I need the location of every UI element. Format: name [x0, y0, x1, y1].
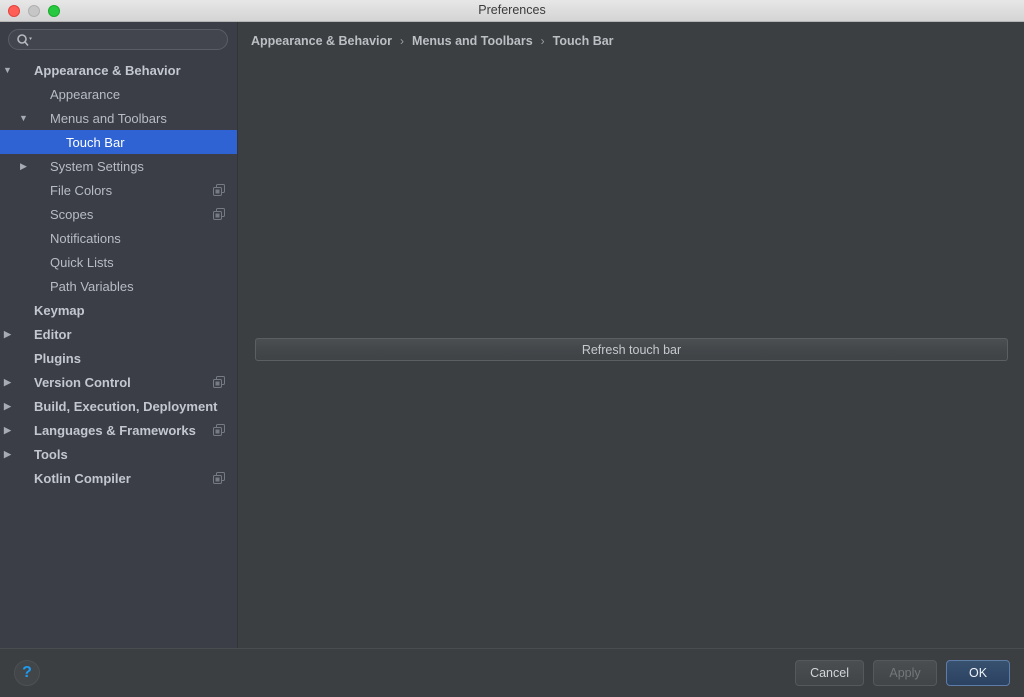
sidebar-item-notifications[interactable]: Notifications [0, 226, 237, 250]
settings-main-panel: Appearance & Behavior › Menus and Toolbars… [239, 22, 1024, 648]
sidebar-item-file-colors[interactable]: File Colors [0, 178, 237, 202]
copy-icon [213, 376, 225, 388]
sidebar-item-label: Touch Bar [66, 134, 125, 150]
apply-button: Apply [873, 660, 937, 686]
sidebar-item-version-control[interactable]: ▶ Version Control [0, 370, 237, 394]
chevron-down-icon[interactable]: ▼ [1, 58, 14, 82]
sidebar-item-label: Scopes [50, 206, 94, 222]
sidebar-item-appearance-behavior[interactable]: ▼ Appearance & Behavior [0, 58, 237, 82]
preferences-window: Preferences ▼ Appearance & Behavior Appear… [0, 0, 1024, 697]
sidebar-item-label: Quick Lists [50, 254, 114, 270]
footer-button-group: Cancel Apply OK [795, 660, 1010, 686]
sidebar-item-label: File Colors [50, 182, 113, 198]
chevron-right-icon[interactable]: ▶ [1, 442, 14, 466]
chevron-right-icon[interactable]: ▶ [1, 394, 14, 418]
sidebar-item-label: Path Variables [50, 278, 134, 294]
sidebar-item-label: Kotlin Compiler [34, 470, 131, 486]
search-container [0, 22, 237, 56]
sidebar-item-languages-frameworks[interactable]: ▶ Languages & Frameworks [0, 418, 237, 442]
sidebar-item-label: Appearance [50, 86, 121, 102]
copy-icon [213, 184, 225, 196]
refresh-touch-bar-button[interactable]: Refresh touch bar [255, 338, 1008, 361]
ok-button[interactable]: OK [946, 660, 1010, 686]
copy-icon [213, 472, 225, 484]
dialog-footer: ? Cancel Apply OK [0, 648, 1024, 697]
breadcrumb-separator: › [400, 34, 405, 48]
sidebar-item-label: Languages & Frameworks [34, 422, 196, 438]
breadcrumb-item[interactable]: Menus and Toolbars [412, 34, 533, 48]
sidebar-item-scopes[interactable]: Scopes [0, 202, 237, 226]
copy-icon [213, 208, 225, 220]
chevron-down-icon[interactable]: ▼ [17, 106, 30, 130]
chevron-right-icon[interactable]: ▶ [1, 370, 14, 394]
sidebar-item-label: Notifications [50, 230, 121, 246]
sidebar-item-label: Editor [34, 326, 72, 342]
sidebar-item-tools[interactable]: ▶ Tools [0, 442, 237, 466]
window-titlebar: Preferences [0, 0, 1024, 22]
settings-tree: ▼ Appearance & Behavior Appearance ▼ Menus a… [0, 56, 237, 490]
sidebar-item-keymap[interactable]: Keymap [0, 298, 237, 322]
sidebar-item-label: Appearance & Behavior [34, 62, 181, 78]
search-field[interactable] [8, 29, 228, 51]
chevron-right-icon[interactable]: ▶ [1, 418, 14, 442]
sidebar-item-system-settings[interactable]: ▶ System Settings [0, 154, 237, 178]
sidebar-item-label: Build, Execution, Deployment [34, 398, 218, 414]
sidebar-item-label: Plugins [34, 350, 81, 366]
sidebar-item-label: Tools [34, 446, 68, 462]
breadcrumb-item[interactable]: Appearance & Behavior [251, 34, 392, 48]
sidebar-item-quick-lists[interactable]: Quick Lists [0, 250, 237, 274]
cancel-button[interactable]: Cancel [795, 660, 864, 686]
help-button[interactable]: ? [14, 660, 40, 686]
search-input[interactable] [35, 30, 219, 51]
sidebar-item-menus-and-toolbars[interactable]: ▼ Menus and Toolbars [0, 106, 237, 130]
breadcrumb: Appearance & Behavior › Menus and Toolbars… [251, 34, 614, 48]
breadcrumb-separator: › [540, 34, 545, 48]
sidebar-item-label: System Settings [50, 158, 144, 174]
sidebar-item-kotlin-compiler[interactable]: Kotlin Compiler [0, 466, 237, 490]
sidebar-item-editor[interactable]: ▶ Editor [0, 322, 237, 346]
sidebar-item-label: Menus and Toolbars [50, 110, 167, 126]
window-title: Preferences [478, 3, 546, 17]
sidebar-item-path-variables[interactable]: Path Variables [0, 274, 237, 298]
sidebar-item-label: Version Control [34, 374, 131, 390]
chevron-right-icon[interactable]: ▶ [17, 154, 30, 178]
sidebar-item-appearance[interactable]: Appearance [0, 82, 237, 106]
sidebar-item-build-execution-deployment[interactable]: ▶ Build, Execution, Deployment [0, 394, 237, 418]
chevron-right-icon[interactable]: ▶ [1, 322, 14, 346]
sidebar-item-label: Keymap [34, 302, 85, 318]
settings-sidebar: ▼ Appearance & Behavior Appearance ▼ Menus a… [0, 22, 238, 648]
sidebar-item-touch-bar[interactable]: Touch Bar [0, 130, 237, 154]
search-icon [16, 33, 32, 48]
sidebar-item-plugins[interactable]: Plugins [0, 346, 237, 370]
breadcrumb-item[interactable]: Touch Bar [553, 34, 614, 48]
copy-icon [213, 424, 225, 436]
